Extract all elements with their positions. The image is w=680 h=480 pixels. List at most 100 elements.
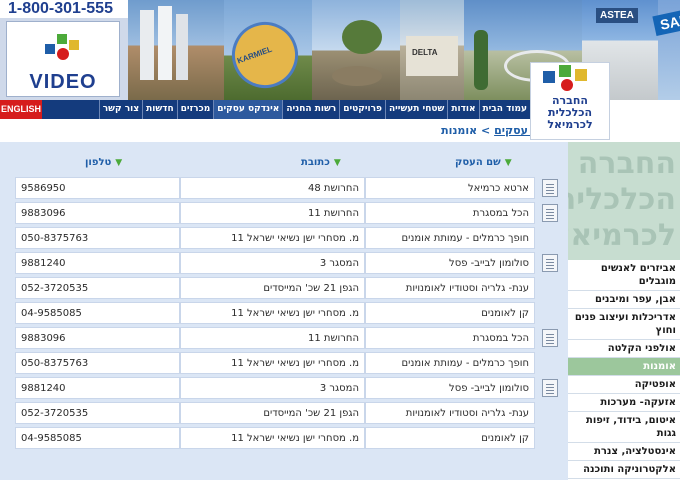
corporation-logo-icon: [45, 34, 79, 60]
corporation-logo-text: החברה הכלכלית לכרמיאל: [547, 94, 593, 131]
table-row[interactable]: 052-3720535 הגפן 21 שכ' המייסדים ענת- גלרי…: [15, 402, 565, 425]
sidebar-logo-text: החברה הכלכלית לכרמיאל: [568, 146, 676, 253]
sidebar-category-item[interactable]: אומנות: [568, 358, 680, 376]
table-row[interactable]: 04-9585085 מ. מסחרי ישן נשיאי ישראל 11 קן …: [15, 302, 565, 325]
nav-parking[interactable]: רשות החניה: [282, 100, 339, 119]
photo-tree: [312, 0, 400, 100]
business-name-cell[interactable]: ארטא כרמיאל: [365, 177, 535, 199]
phone-cell: 04-9585085: [15, 427, 180, 449]
business-name-cell[interactable]: קן לאומנים: [365, 302, 535, 324]
table-row[interactable]: 9586950 החרושת 48 ארטא כרמיאל: [15, 177, 565, 200]
phone-cell: 052-3720535: [15, 277, 180, 299]
address-cell: הגפן 21 שכ' המייסדים: [180, 402, 365, 424]
main-nav: עמוד הבית אודות שטחי תעשייה פרויקטים רשו…: [0, 100, 530, 119]
details-icon-cell: [535, 427, 565, 449]
photo-silos: [128, 0, 224, 100]
phone-number: 1-800-301-555: [0, 0, 128, 18]
table-row[interactable]: 052-3720535 הגפן 21 שכ' המייסדים ענת- גלרי…: [15, 277, 565, 300]
corporation-logo[interactable]: החברה הכלכלית לכרמיאל: [530, 62, 610, 140]
business-name-cell[interactable]: הכל במסגרת: [365, 202, 535, 224]
sidebar-logo-watermark: החברה הכלכלית לכרמיאל: [568, 142, 680, 260]
video-banner[interactable]: VIDEO: [0, 18, 128, 100]
phone-cell: 9881240: [15, 252, 180, 274]
sidebar-category-item[interactable]: אבן, עפר ומיבנים: [568, 291, 680, 309]
table-row[interactable]: 9881240 המסגר 3 סולומון לבייב- פסל: [15, 377, 565, 400]
english-button[interactable]: ENGLISH: [0, 100, 42, 119]
sidebar-category-item[interactable]: איטום, בידוד, זיפות גגות: [568, 412, 680, 443]
details-icon-cell: [535, 277, 565, 299]
document-icon[interactable]: [542, 179, 558, 197]
details-icon-cell: [535, 302, 565, 324]
nav-projects[interactable]: פרויקטים: [339, 100, 385, 119]
corporation-logo-mark-icon: [543, 65, 587, 91]
address-cell: מ. מסחרי ישן נשיאי ישראל 11: [180, 427, 365, 449]
address-cell: מ. מסחרי ישן נשיאי ישראל 11: [180, 227, 365, 249]
table-row[interactable]: 050-8375763 מ. מסחרי ישן נשיאי ישראל 11 חו…: [15, 352, 565, 375]
photo-karmiel-sign: KARMIEL: [224, 0, 312, 100]
document-icon[interactable]: [542, 329, 558, 347]
business-name-cell[interactable]: הכל במסגרת: [365, 327, 535, 349]
business-name-cell[interactable]: סולומון לבייב- פסל: [365, 377, 535, 399]
sidebar-category-item[interactable]: אדריכלות ועיצוב פנים וחוץ: [568, 309, 680, 340]
breadcrumb-current: אומנות: [441, 124, 478, 137]
address-cell: המסגר 3: [180, 252, 365, 274]
business-name-cell[interactable]: קן לאומנים: [365, 427, 535, 449]
sort-triangle-icon: ▼: [115, 158, 123, 168]
phone-cell: 9881240: [15, 377, 180, 399]
document-icon[interactable]: [542, 204, 558, 222]
details-icon-cell: [535, 352, 565, 374]
category-sidebar: החברה הכלכלית לכרמיאל אביזרים לאנשים מוג…: [568, 142, 680, 480]
sidebar-category-item[interactable]: אינסטלציה, צנרת: [568, 443, 680, 461]
nav-home[interactable]: עמוד הבית: [478, 100, 531, 119]
table-row[interactable]: 04-9585085 מ. מסחרי ישן נשיאי ישראל 11 קן …: [15, 427, 565, 450]
sidebar-category-item[interactable]: אופטיקה: [568, 376, 680, 394]
business-name-cell[interactable]: סולומון לבייב- פסל: [365, 252, 535, 274]
details-icon-cell: [535, 327, 565, 349]
business-name-cell[interactable]: חופך כרמלים - עמותת אומנים: [365, 352, 535, 374]
astea-sign: ASTEA: [596, 8, 638, 23]
video-frame[interactable]: VIDEO: [6, 21, 120, 97]
video-label: VIDEO: [29, 71, 97, 93]
nav-news[interactable]: חדשות: [142, 100, 177, 119]
sidebar-category-item[interactable]: אולפני הקלטה: [568, 340, 680, 358]
phone-cell: 9883096: [15, 202, 180, 224]
address-cell: מ. מסחרי ישן נשיאי ישראל 11: [180, 302, 365, 324]
nav-business-index[interactable]: אינדקס עסקים: [213, 100, 283, 119]
address-cell: הגפן 21 שכ' המייסדים: [180, 277, 365, 299]
header-name[interactable]: ▼שם העסק: [455, 157, 512, 175]
business-name-cell[interactable]: ענת- גלריה וסטודיו לאומנויות: [365, 277, 535, 299]
header-address[interactable]: ▼כתובת: [301, 157, 341, 175]
address-cell: החרושת 48: [180, 177, 365, 199]
photo-delta-building: DELTA: [400, 0, 464, 100]
document-icon[interactable]: [542, 379, 558, 397]
address-cell: החרושת 11: [180, 327, 365, 349]
sidebar-category-item[interactable]: אזעקה- מערכות: [568, 394, 680, 412]
table-row[interactable]: 9883096 החרושת 11 הכל במסגרת: [15, 202, 565, 225]
table-row[interactable]: 9883096 החרושת 11 הכל במסגרת: [15, 327, 565, 350]
details-icon-cell: [535, 402, 565, 424]
nav-industrial-areas[interactable]: שטחי תעשייה: [384, 100, 447, 119]
sidebar-category-item[interactable]: אלקטרוניקה ותוכנה: [568, 461, 680, 479]
phone-cell: 04-9585085: [15, 302, 180, 324]
business-name-cell[interactable]: ענת- גלריה וסטודיו לאומנויות: [365, 402, 535, 424]
business-name-cell[interactable]: חופך כרמלים - עמותת אומנים: [365, 227, 535, 249]
phone-cell: 050-8375763: [15, 227, 180, 249]
details-icon-cell: [535, 377, 565, 399]
details-icon-cell: [535, 227, 565, 249]
table-row[interactable]: 9881240 המסגר 3 סולומון לבייב- פסל: [15, 252, 565, 275]
table-row[interactable]: 050-8375763 מ. מסחרי ישן נשיאי ישראל 11 חו…: [15, 227, 565, 250]
details-icon-cell: [535, 252, 565, 274]
sidebar-category-item[interactable]: אביזרים לאנשים מוגבלים: [568, 260, 680, 291]
phone-cell: 9883096: [15, 327, 180, 349]
nav-about[interactable]: אודות: [447, 100, 478, 119]
category-menu: אביזרים לאנשים מוגבלים אבן, עפר ומיבנים אד…: [568, 260, 680, 479]
document-icon[interactable]: [542, 254, 558, 272]
header-phone[interactable]: ▼טלפון: [85, 157, 122, 175]
phone-cell: 050-8375763: [15, 352, 180, 374]
details-icon-cell: [535, 202, 565, 224]
delta-sign: DELTA: [412, 48, 438, 57]
phone-cell: 052-3720535: [15, 402, 180, 424]
karmiel-sign-icon: KARMIEL: [224, 12, 308, 98]
nav-contact[interactable]: צור קשר: [98, 100, 142, 119]
nav-tenders[interactable]: מכרזים: [176, 100, 214, 119]
